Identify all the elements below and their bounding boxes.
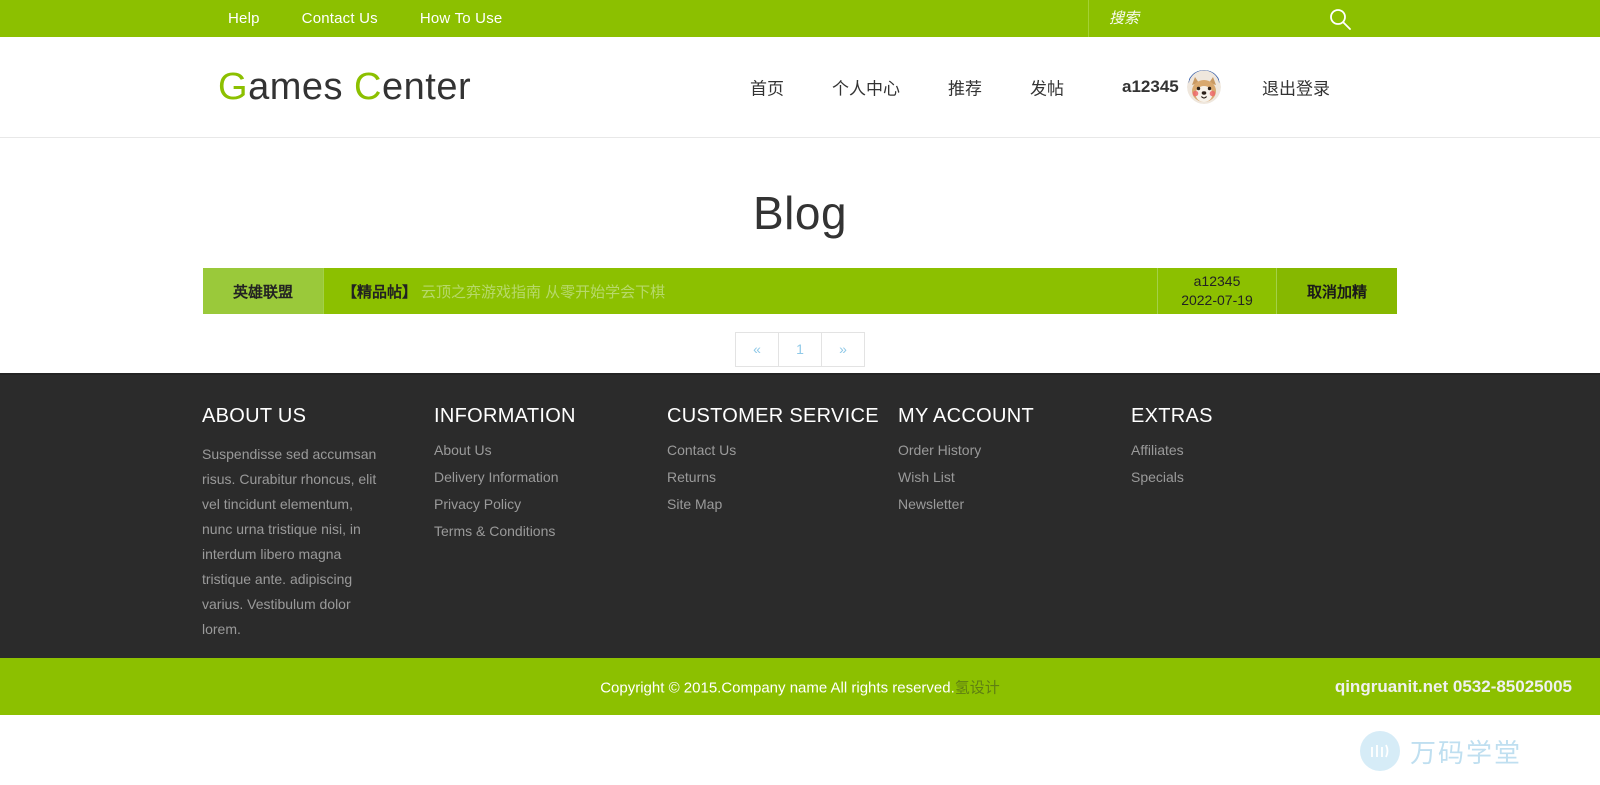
footer-link-terms-conditions[interactable]: Terms & Conditions [434, 523, 667, 539]
post-title-cell: 【精品帖】 云顶之弈游戏指南 从零开始学会下棋 [323, 268, 1157, 314]
footer-link-newsletter[interactable]: Newsletter [898, 496, 1131, 512]
footer-link-specials[interactable]: Specials [1131, 469, 1331, 485]
logout-link[interactable]: 退出登录 [1262, 75, 1330, 100]
footer-link-contact-us[interactable]: Contact Us [667, 442, 898, 458]
footer-heading-about-us: ABOUT US [202, 405, 307, 427]
post-list: 英雄联盟 【精品帖】 云顶之弈游戏指南 从零开始学会下棋 a12345 2022… [203, 268, 1397, 367]
footer-column-extras: EXTRAS Affiliates Specials [1131, 405, 1331, 642]
nav-item-home[interactable]: 首页 [750, 75, 784, 100]
logo-text-enter: enter [382, 65, 472, 108]
footer-column-my-account: MY ACCOUNT Order History Wish List Newsl… [898, 405, 1131, 642]
footer-column-information: INFORMATION About Us Delivery Informatio… [434, 405, 667, 642]
page-title: Blog [752, 187, 848, 239]
post-date: 2022-07-19 [1181, 292, 1253, 308]
site-footer: ABOUT US Suspendisse sed accumsan risus.… [0, 373, 1600, 658]
watermark: 万码学堂 [1359, 731, 1522, 771]
topbar-link-contact-us[interactable]: Contact Us [302, 10, 378, 27]
site-logo[interactable]: Games Center [218, 66, 471, 109]
pagination-page-1[interactable]: 1 [778, 332, 821, 367]
post-author: a12345 [1193, 273, 1241, 290]
search-input[interactable] [1107, 9, 1311, 28]
pagination-next[interactable]: » [821, 332, 865, 367]
table-row: 英雄联盟 【精品帖】 云顶之弈游戏指南 从零开始学会下棋 a12345 2022… [203, 268, 1397, 314]
footer-heading-information: INFORMATION [434, 405, 576, 427]
contact-info: qingruanit.net 0532-85025005 [1334, 676, 1572, 696]
nav-item-post[interactable]: 发帖 [1030, 75, 1064, 100]
footer-heading-my-account: MY ACCOUNT [898, 405, 1034, 427]
copyright-cn: 氢设计 [954, 679, 1000, 696]
footer-link-order-history[interactable]: Order History [898, 442, 1131, 458]
main-content: Blog 英雄联盟 【精品帖】 云顶之弈游戏指南 从零开始学会下棋 a12345… [0, 138, 1600, 373]
cancel-elite-button[interactable]: 取消加精 [1276, 268, 1397, 314]
footer-heading-customer-service: CUSTOMER SERVICE [667, 405, 879, 427]
topbar-link-how-to-use[interactable]: How To Use [420, 10, 503, 27]
watermark-logo-icon [1359, 731, 1400, 771]
main-nav: 首页 个人中心 推荐 发帖 [750, 75, 1112, 100]
footer-link-about-us[interactable]: About Us [434, 442, 667, 458]
search-icon[interactable] [1329, 8, 1351, 30]
footer-link-site-map[interactable]: Site Map [667, 496, 898, 512]
copyright-en: Copyright © 2015.Company name All rights… [600, 679, 955, 696]
site-header: Games Center 首页 个人中心 推荐 发帖 a12345 退出登录 [0, 37, 1600, 138]
footer-link-wish-list[interactable]: Wish List [898, 469, 1131, 485]
topbar-link-help[interactable]: Help [228, 10, 260, 27]
watermark-text: 万码学堂 [1409, 737, 1522, 768]
top-bar-links: Help Contact Us How To Use [228, 10, 502, 27]
footer-link-privacy-policy[interactable]: Privacy Policy [434, 496, 667, 512]
footer-columns: ABOUT US Suspendisse sed accumsan risus.… [0, 375, 1600, 642]
top-bar: Help Contact Us How To Use [0, 0, 1600, 37]
post-meta-cell: a12345 2022-07-19 [1157, 268, 1276, 314]
footer-link-returns[interactable]: Returns [667, 469, 898, 485]
footer-about-text: Suspendisse sed accumsan risus. Curabitu… [202, 446, 377, 637]
search-area [1088, 0, 1600, 37]
logo-letter-c: C [354, 65, 382, 108]
dog-avatar-icon[interactable] [1186, 70, 1221, 104]
user-block[interactable]: a12345 [1122, 70, 1221, 104]
logo-letter-g: G [218, 65, 249, 108]
user-name: a12345 [1122, 77, 1179, 96]
post-elite-tag: 【精品帖】 [342, 283, 418, 301]
nav-item-profile[interactable]: 个人中心 [832, 75, 900, 100]
footer-heading-extras: EXTRAS [1131, 405, 1213, 427]
footer-link-affiliates[interactable]: Affiliates [1131, 442, 1331, 458]
pagination-prev[interactable]: « [735, 332, 778, 367]
footer-column-about-us: ABOUT US Suspendisse sed accumsan risus.… [202, 405, 434, 642]
bottom-bar: Copyright © 2015.Company name All rights… [0, 658, 1600, 715]
pagination: « 1 » [203, 332, 1397, 367]
nav-item-recommend[interactable]: 推荐 [948, 75, 982, 100]
logo-text-ames: ames [248, 65, 355, 108]
post-game-category[interactable]: 英雄联盟 [203, 268, 323, 314]
footer-column-customer-service: CUSTOMER SERVICE Contact Us Returns Site… [667, 405, 898, 642]
post-title-link[interactable]: 云顶之弈游戏指南 从零开始学会下棋 [421, 281, 665, 302]
footer-link-delivery-information[interactable]: Delivery Information [434, 469, 667, 485]
